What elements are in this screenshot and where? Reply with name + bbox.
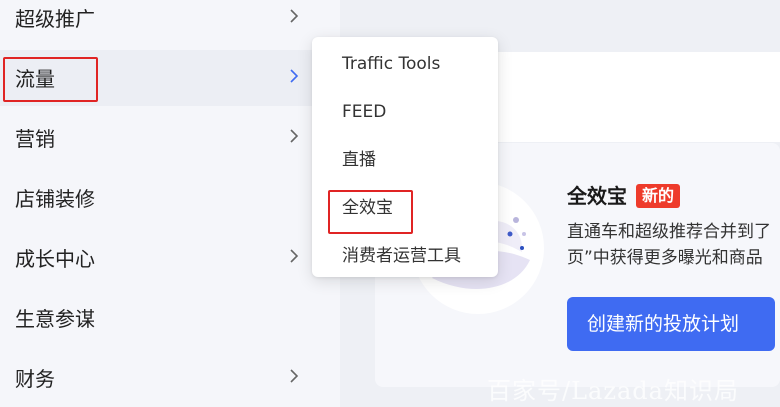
chevron-right-icon	[287, 126, 301, 146]
sidebar-item-label: 成长中心	[15, 247, 95, 271]
submenu-item-quanxiaobao[interactable]: 全效宝	[342, 197, 393, 219]
sidebar-item-traffic[interactable]: 流量	[0, 50, 340, 106]
sidebar-item-label: 营销	[15, 127, 55, 151]
sidebar-nav: 超级推广 流量 营销 店铺装修 成长中心 生意参谋 财务	[0, 0, 340, 407]
submenu-item-consumer-tools[interactable]: 消费者运营工具	[342, 245, 461, 267]
sidebar-item-label: 超级推广	[15, 7, 95, 31]
chevron-right-icon	[287, 246, 301, 266]
sidebar-item-growth-center[interactable]: 成长中心	[0, 230, 340, 286]
submenu-item-traffic-tools[interactable]: Traffic Tools	[342, 53, 440, 75]
submenu-item-live[interactable]: 直播	[342, 149, 376, 171]
chevron-right-icon	[287, 366, 301, 386]
chevron-right-icon	[287, 6, 301, 26]
submenu-item-feed[interactable]: FEED	[342, 101, 386, 123]
sidebar-item-label: 流量	[15, 67, 55, 91]
traffic-submenu: Traffic Tools FEED 直播 全效宝 消费者运营工具	[312, 37, 498, 277]
create-plan-button[interactable]: 创建新的投放计划	[567, 297, 775, 351]
new-badge: 新的	[636, 184, 681, 208]
card-title: 全效宝	[567, 184, 627, 208]
sidebar-item-label: 财务	[15, 367, 55, 391]
sidebar-item-finance[interactable]: 财务	[0, 350, 340, 406]
sidebar-item-super-promotion[interactable]: 超级推广	[0, 0, 340, 46]
watermark: 百家号/Lazada知识局	[487, 377, 739, 405]
card-description-line1: 直通车和超级推荐合并到了	[567, 222, 771, 242]
sidebar-item-marketing[interactable]: 营销	[0, 110, 340, 166]
sidebar-item-business-advisor[interactable]: 生意参谋	[0, 290, 340, 346]
card-description-line2: 页”中获得更多曝光和商品	[567, 248, 763, 268]
sidebar-item-label: 生意参谋	[15, 307, 95, 331]
sidebar-item-store-decoration[interactable]: 店铺装修	[0, 170, 340, 226]
chevron-right-icon	[287, 66, 301, 86]
sidebar-item-label: 店铺装修	[15, 187, 95, 211]
